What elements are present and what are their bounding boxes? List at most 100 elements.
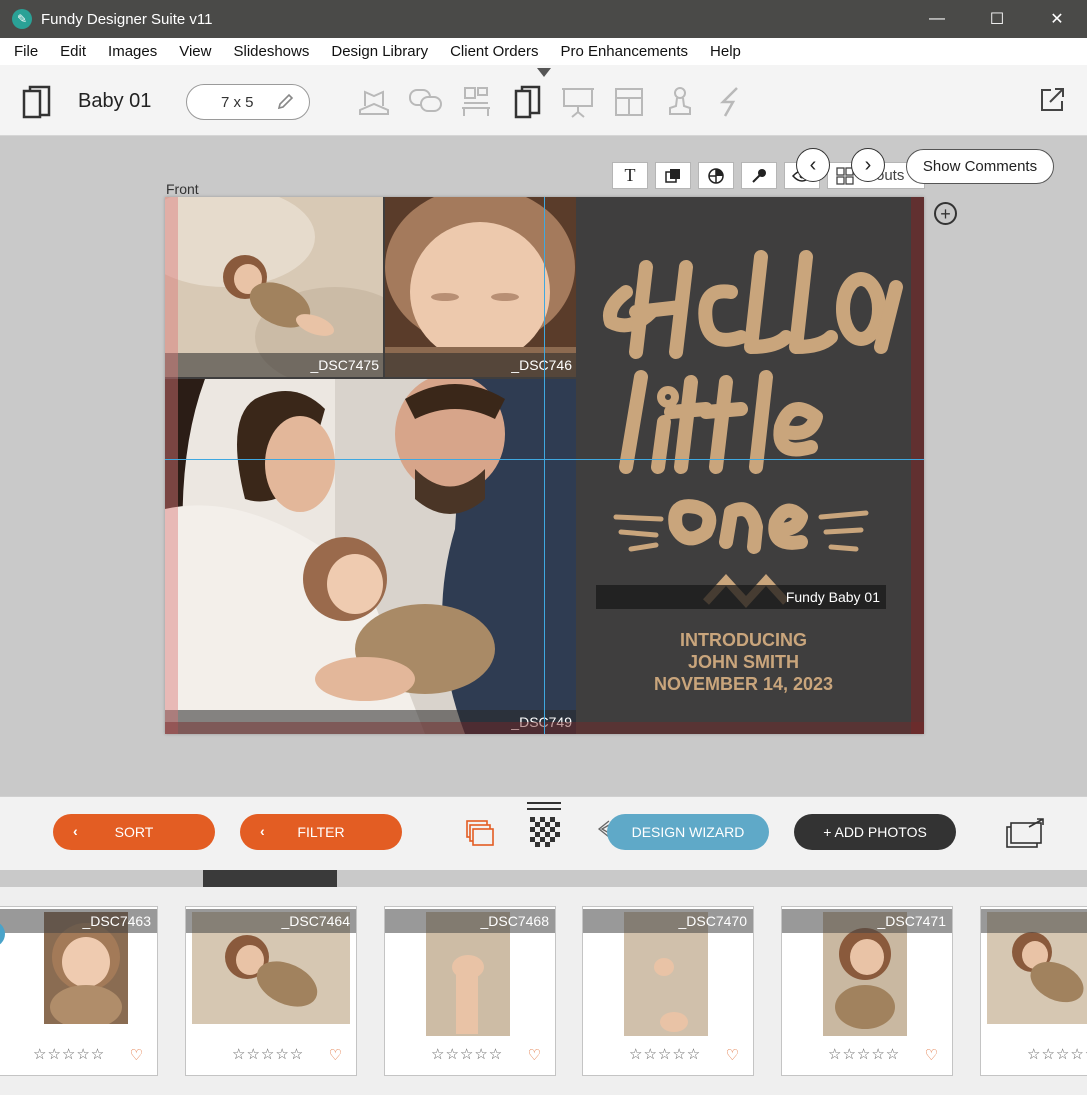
popout-icon[interactable] [1037,85,1067,115]
chevron-right-icon: › [864,153,872,176]
window-title: Fundy Designer Suite v11 [41,10,213,28]
heart-icon[interactable]: ♡ [726,1046,739,1064]
menu-pro-enhancements[interactable]: Pro Enhancements [549,43,699,60]
thumbnail-card[interactable]: _DSC7470 ☆☆☆☆☆ ♡ [582,906,754,1076]
album-name[interactable]: Baby 01 [78,90,151,113]
menu-edit[interactable]: Edit [49,43,97,60]
maximize-button[interactable]: ☐ [967,0,1027,38]
photo-frame-3[interactable]: _DSC749 [165,379,576,734]
thumbnail-card[interactable]: _DSC7468 ☆☆☆☆☆ ♡ [384,906,556,1076]
stacked-photos-icon[interactable] [465,819,495,847]
star-rating[interactable]: ☆☆☆☆☆ [629,1045,701,1063]
card-designer-icon[interactable] [501,82,552,122]
album-builder-icon[interactable] [348,82,399,122]
show-comments-button[interactable]: Show Comments [906,149,1054,184]
heart-icon[interactable]: ♡ [528,1046,541,1064]
photo-frame-1[interactable]: _DSC7475 [165,197,383,377]
menu-slideshows[interactable]: Slideshows [222,43,320,60]
photo-family [165,379,576,734]
filter-label: FILTER [297,824,345,840]
card-spread[interactable]: _DSC7475 _DSC746 _DSC749 Fundy Baby 01 I… [165,197,924,734]
layers-icon [665,168,680,183]
eyedropper-icon [752,168,766,183]
bleed-area-left [165,197,178,734]
thumbnail-card[interactable]: ☆☆☆☆☆ [980,906,1087,1076]
projection-icon[interactable] [552,82,603,122]
add-spread-button[interactable]: + [934,202,957,225]
thumbnail-filename: _DSC7468 [385,909,555,933]
heart-icon[interactable]: ♡ [130,1046,143,1064]
menu-client-orders[interactable]: Client Orders [439,43,549,60]
photo-filename-label: _DSC746 [385,353,576,377]
heart-icon[interactable]: ♡ [925,1046,938,1064]
photo-frame-2[interactable]: _DSC746 [385,197,576,377]
app-logo-icon: ✎ [12,9,32,29]
bleed-area-right [911,197,924,734]
star-rating[interactable]: ☆☆☆☆☆ [33,1045,105,1063]
heart-icon[interactable]: ♡ [329,1046,342,1064]
checkerboard-icon[interactable] [527,801,561,851]
active-tool-caret [537,68,551,77]
add-photos-button[interactable]: + ADD PHOTOS [794,814,956,850]
bottom-toolbar: ‹ SORT ‹ FILTER DESIGN WIZARD + ADD PHOT… [0,796,1087,870]
eyedropper-tool-button[interactable] [741,162,777,189]
photo-baby-closeup [385,197,576,377]
side-label: Front [166,181,199,197]
close-button[interactable]: ✕ [1027,0,1087,38]
expand-strip-icon[interactable] [1005,817,1047,849]
hello-little-one-art [603,250,903,608]
star-rating[interactable]: ☆☆☆☆☆ [1027,1045,1087,1063]
text-tool-icon: T [624,165,636,185]
thumbnail-filename: _DSC7464 [186,909,356,933]
chevron-left-icon: ‹ [260,823,265,839]
thumbnail-filename: _DSC7470 [583,909,753,933]
text-tool-button[interactable]: T [612,162,648,189]
arrange-tool-button[interactable] [655,162,691,189]
size-value: 7 x 5 [221,94,254,111]
design-wizard-button[interactable]: DESIGN WIZARD [607,814,769,850]
previous-spread-button[interactable]: ‹ [796,148,830,182]
star-rating[interactable]: ☆☆☆☆☆ [828,1045,900,1063]
color-tool-button[interactable] [698,162,734,189]
layout-icon[interactable] [603,82,654,122]
menu-bar: File Edit Images View Slideshows Design … [0,38,1087,65]
star-rating[interactable]: ☆☆☆☆☆ [431,1045,503,1063]
card-product-icon [22,85,51,119]
next-spread-button[interactable]: › [851,148,885,182]
menu-images[interactable]: Images [97,43,168,60]
menu-help[interactable]: Help [699,43,752,60]
star-rating[interactable]: ☆☆☆☆☆ [232,1045,304,1063]
photo-baby-lying [165,197,383,377]
minimize-button[interactable]: — [907,0,967,38]
pencil-icon[interactable] [275,92,295,112]
sort-label: SORT [114,824,154,840]
thumbnail-filename: _DSC7471 [782,909,952,933]
color-wheel-icon [708,167,724,184]
size-selector[interactable]: 7 x 5 [186,84,310,120]
menu-file[interactable]: File [3,43,49,60]
photo-strip: _DSC7463 ☆☆☆☆☆ ♡ 1 _DSC7464 ☆☆☆☆☆ ♡ _DSC… [0,887,1087,1095]
thumbnail-card[interactable]: _DSC7471 ☆☆☆☆☆ ♡ [781,906,953,1076]
chevron-left-icon: ‹ [809,153,817,176]
title-bar: ✎ Fundy Designer Suite v11 — ☐ ✕ [0,0,1087,38]
photo-filename-label: _DSC7475 [165,353,383,377]
main-toolbar: Baby 01 7 x 5 [0,65,1087,136]
filter-button[interactable]: ‹ FILTER [240,814,402,850]
sort-button[interactable]: ‹ SORT [53,814,215,850]
social-icon[interactable] [705,82,756,122]
stamp-icon[interactable] [654,82,705,122]
thumbnail-filename [981,909,1087,933]
thumbnail-filename: _DSC7463 [0,909,157,933]
vertical-guide[interactable] [544,197,545,734]
wall-art-icon[interactable] [450,82,501,122]
proof-comments-icon[interactable] [399,82,450,122]
caption-text-box[interactable]: Fundy Baby 01 [596,585,886,609]
menu-design-library[interactable]: Design Library [320,43,439,60]
thumbnail-card[interactable]: _DSC7464 ☆☆☆☆☆ ♡ [185,906,357,1076]
chevron-left-icon: ‹ [73,823,78,839]
strip-resize-handle[interactable] [203,870,337,887]
intro-text-block[interactable]: INTRODUCING JOHN SMITH NOVEMBER 14, 2023 [576,629,911,695]
menu-view[interactable]: View [168,43,222,60]
intro-line-2: JOHN SMITH [687,652,799,672]
thumbnail-card[interactable]: _DSC7463 ☆☆☆☆☆ ♡ 1 [0,906,158,1076]
